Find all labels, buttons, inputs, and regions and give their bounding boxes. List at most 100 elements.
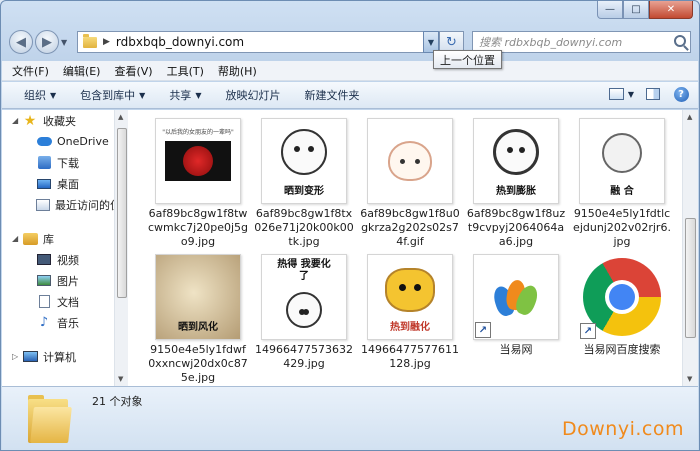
slideshow-label: 放映幻灯片 [225, 89, 281, 102]
recent-places-icon [36, 198, 50, 212]
thumbnail-caption: 热到膨胀 [496, 186, 536, 197]
breadcrumb-chevron-icon[interactable]: ▶ [103, 37, 110, 47]
thumbnail-caption: 热到融化 [390, 322, 430, 333]
view-controls: ▼ ? [598, 86, 690, 102]
sidebar-item-downloads[interactable]: 下载 [2, 152, 114, 173]
file-name: 14966477577611128.jpg [361, 343, 459, 370]
file-name: 6af89bc8gw1f8uzt9cvpyj2064064aa6.jpg [466, 207, 566, 248]
maximize-button[interactable]: □ [623, 1, 649, 19]
sidebar-label: 库 [43, 232, 54, 246]
command-bar: 组织 ▼ 包含到库中 ▼ 共享 ▼ 放映幻灯片 新建文件夹 ▼ ? [2, 82, 698, 109]
scrollbar-thumb[interactable] [685, 218, 696, 338]
slideshow-button[interactable]: 放映幻灯片 [225, 87, 280, 103]
sidebar-item-music[interactable]: ♪ 音乐 [2, 312, 114, 333]
sidebar-item-desktop[interactable]: 桌面 [2, 173, 114, 194]
menu-edit[interactable]: 编辑(E) [63, 63, 101, 79]
sidebar-item-documents[interactable]: 文档 [2, 291, 114, 312]
library-icon [22, 232, 38, 246]
new-folder-button[interactable]: 新建文件夹 [304, 87, 359, 103]
sidebar-label: 计算机 [43, 350, 76, 364]
peach-image [388, 141, 432, 181]
sidebar-item-recent[interactable]: 最近访问的位 [2, 194, 114, 215]
msn-butterfly-icon [490, 276, 541, 319]
thumbnail-caption: 热得 我要化了 [277, 259, 331, 282]
file-thumbnail: 融 合 [579, 118, 665, 204]
scroll-down-icon[interactable]: ▼ [687, 375, 692, 383]
file-thumbnail: 热到膨胀 [473, 118, 559, 204]
sidebar-label: 最近访问的位 [55, 198, 114, 212]
sidebar-label: 音乐 [57, 316, 79, 330]
sidebar-label: 视频 [57, 253, 79, 267]
sidebar-item-videos[interactable]: 视频 [2, 249, 114, 270]
help-button[interactable]: ? [672, 86, 690, 102]
navigation-pane-scrollbar[interactable]: ▲ ▼ [114, 110, 128, 386]
expand-chevron-icon[interactable]: ◢ [12, 116, 22, 125]
document-library-icon [36, 295, 52, 309]
organize-button[interactable]: 组织 ▼ [24, 87, 56, 103]
menu-view[interactable]: 查看(V) [114, 63, 152, 79]
details-pane: 21 个对象 Downyi.com [2, 386, 698, 450]
help-icon: ? [673, 86, 689, 102]
file-name: 6af89bc8gw1f8twcwmkc7j20pe0j5go9.jpg [148, 207, 249, 248]
close-button[interactable]: ✕ [649, 1, 693, 19]
search-icon[interactable] [674, 35, 686, 47]
new-folder-label: 新建文件夹 [304, 89, 360, 102]
share-button[interactable]: 共享 ▼ [169, 87, 201, 103]
scroll-down-icon[interactable]: ▼ [118, 375, 123, 383]
file-item[interactable]: ↗ 当易网百度搜索 [569, 254, 675, 386]
refresh-icon: ↻ [446, 34, 457, 50]
file-thumbnail: 晒到变形 [261, 118, 347, 204]
menu-file[interactable]: 文件(F) [12, 63, 49, 79]
change-view-button[interactable] [608, 86, 626, 102]
sidebar-item-computer[interactable]: ▷ 计算机 [2, 346, 114, 367]
file-item[interactable]: 热得 我要化了 14966477573632429.jpg [251, 254, 357, 386]
tooltip: 上一个位置 [433, 50, 502, 69]
scroll-up-icon[interactable]: ▲ [687, 113, 692, 121]
file-item[interactable]: "以后我的女朋友的一辈吗" 6af89bc8gw1f8twcwmkc7j20pe… [145, 118, 251, 254]
sidebar-item-pictures[interactable]: 图片 [2, 270, 114, 291]
menu-tools[interactable]: 工具(T) [167, 63, 204, 79]
file-item[interactable]: 6af89bc8gw1f8u0gkrza2g202s02s74f.gif [357, 118, 463, 254]
back-button[interactable]: ◀ [9, 30, 33, 54]
view-dropdown-button[interactable]: ▼ [628, 90, 634, 99]
meme-face-image [281, 129, 327, 175]
chevron-down-icon: ▼ [195, 90, 202, 100]
search-box[interactable]: 搜索 rdbxbqb_downyi.com [472, 31, 691, 53]
sidebar-label: 文档 [57, 295, 79, 309]
address-bar[interactable]: ▶ rdbxbqb_downyi.com ▼ [77, 31, 440, 53]
include-in-library-label: 包含到库中 [80, 89, 136, 102]
minimize-button[interactable]: — [597, 1, 623, 19]
include-in-library-button[interactable]: 包含到库中 ▼ [80, 87, 145, 103]
navigation-pane: ◢ ★ 收藏夹 OneDrive 下载 桌面 最近访问的位 ◢ [2, 110, 114, 386]
shortcut-arrow-icon: ↗ [580, 323, 596, 339]
file-name: 9150e4e5ly1fdwf0xxncwj20dx0c875e.jpg [148, 343, 248, 384]
file-item[interactable]: 热到膨胀 6af89bc8gw1f8uzt9cvpyj2064064aa6.jp… [463, 118, 569, 254]
file-item[interactable]: 晒到变形 6af89bc8gw1f8tx026e71j20k00k00tk.jp… [251, 118, 357, 254]
file-thumbnail: ↗ [473, 254, 559, 340]
sidebar-label: 下载 [57, 156, 79, 170]
file-item[interactable]: 晒到风化 9150e4e5ly1fdwf0xxncwj20dx0c875e.jp… [145, 254, 251, 386]
preview-pane-button[interactable] [644, 86, 662, 102]
search-placeholder: 搜索 rdbxbqb_downyi.com [479, 36, 623, 49]
sidebar-item-onedrive[interactable]: OneDrive [2, 131, 114, 152]
file-thumbnail: "以后我的女朋友的一辈吗" [155, 118, 241, 204]
file-list-scrollbar[interactable]: ▲ ▼ [682, 110, 698, 386]
file-item[interactable]: 融 合 9150e4e5ly1fdtlcejdunj202v02rjr6.jpg [569, 118, 675, 254]
download-folder-icon [36, 156, 52, 170]
thumbnail-caption: "以后我的女朋友的一辈吗" [162, 129, 234, 136]
forward-button[interactable]: ▶ [35, 30, 59, 54]
sidebar-item-libraries[interactable]: ◢ 库 [2, 228, 114, 249]
scrollbar-thumb[interactable] [117, 128, 127, 298]
scroll-up-icon[interactable]: ▲ [118, 113, 123, 121]
file-thumbnail: ↗ [579, 254, 665, 340]
expand-chevron-icon[interactable]: ◢ [12, 234, 22, 243]
recent-pages-dropdown[interactable]: ▼ [61, 38, 73, 47]
address-text[interactable]: rdbxbqb_downyi.com [116, 35, 244, 49]
sidebar-item-favorites[interactable]: ◢ ★ 收藏夹 [2, 110, 114, 131]
file-item[interactable]: 热到融化 14966477577611128.jpg [357, 254, 463, 386]
file-item[interactable]: ↗ 当易网 [463, 254, 569, 386]
menu-help[interactable]: 帮助(H) [218, 63, 257, 79]
file-thumbnail: 晒到风化 [155, 254, 241, 340]
collapse-chevron-icon[interactable]: ▷ [12, 352, 22, 361]
window-controls: — □ ✕ [597, 1, 693, 21]
